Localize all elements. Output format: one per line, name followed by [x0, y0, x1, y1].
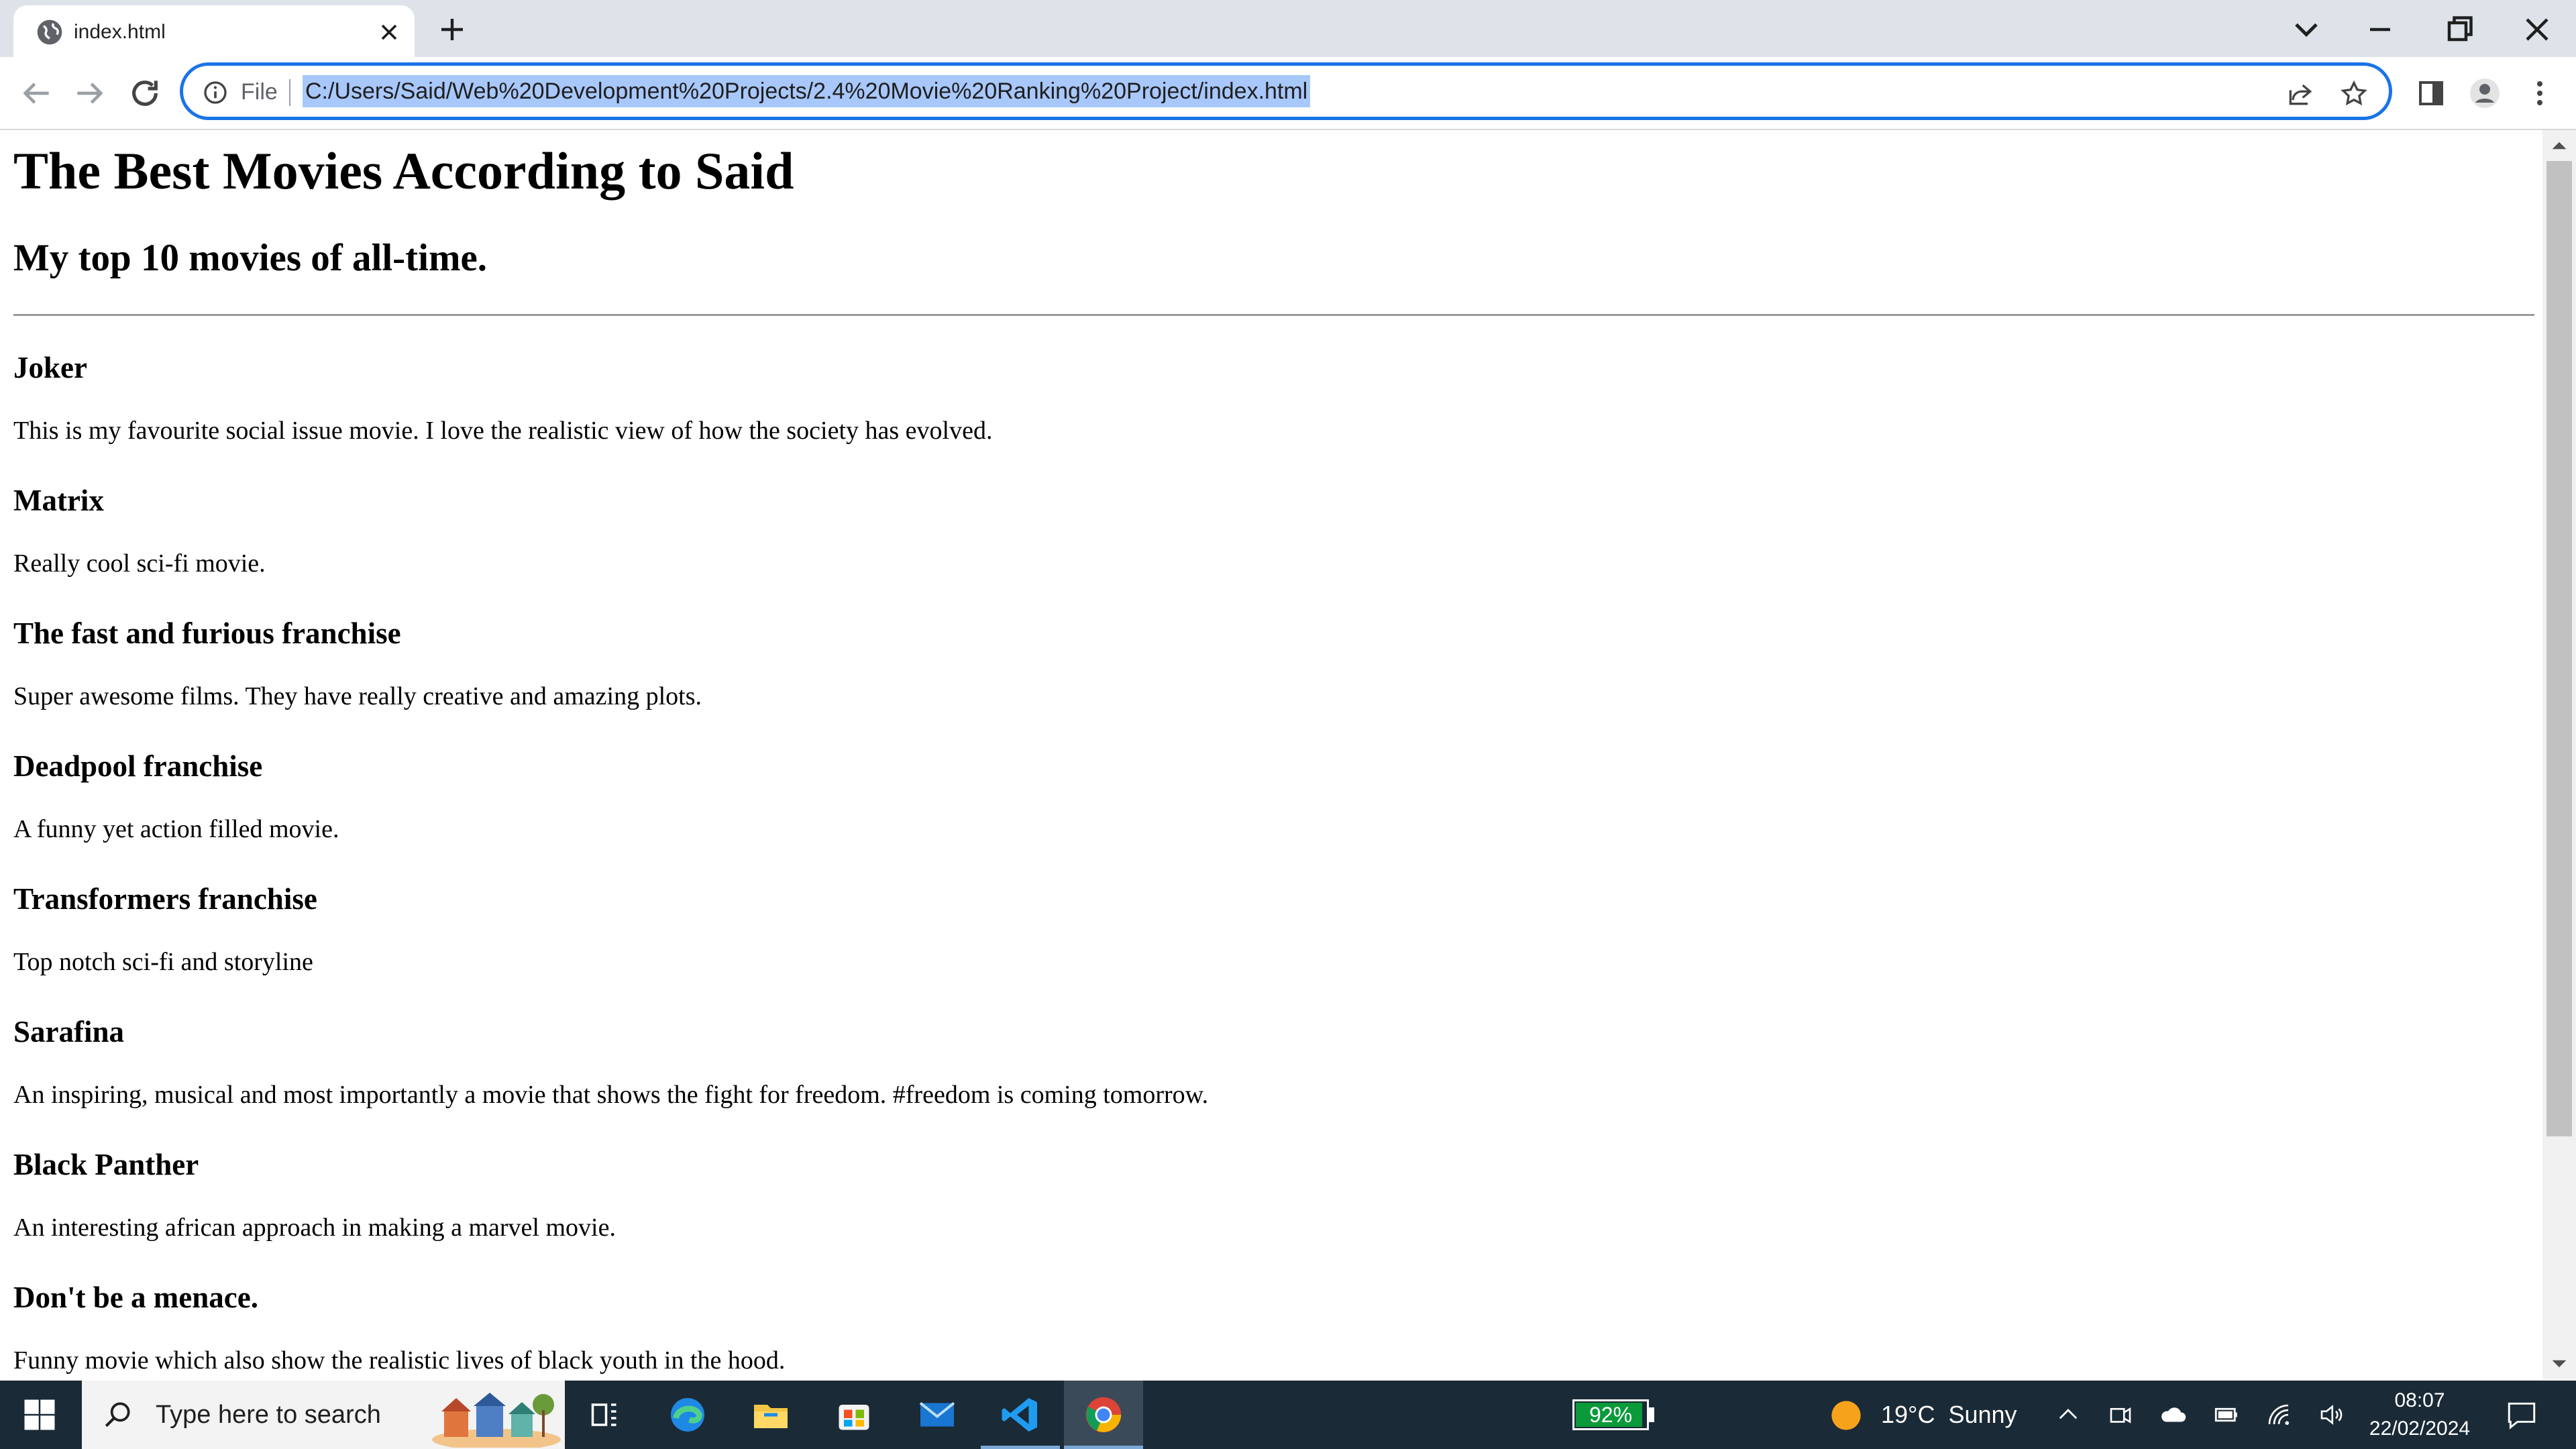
movie-title: Transformers franchise	[13, 882, 317, 916]
globe-icon	[37, 19, 62, 45]
weather-text: 19°C Sunny	[1881, 1401, 2017, 1428]
clock[interactable]: 08:07 22/02/2024	[2363, 1381, 2477, 1449]
movie-title: Matrix	[13, 484, 104, 517]
restore-icon[interactable]	[2439, 9, 2479, 50]
taskbar-chrome[interactable]	[1064, 1381, 1143, 1449]
store-icon	[839, 1405, 869, 1430]
tab-title: index.html	[74, 21, 166, 43]
vscode-icon	[1002, 1398, 1037, 1432]
wifi-icon[interactable]	[2265, 1401, 2293, 1429]
page-subtitle: My top 10 movies of all-time.	[13, 237, 488, 279]
taskbar-mail[interactable]	[898, 1381, 977, 1449]
start-button[interactable]	[0, 1381, 79, 1449]
clock-time: 08:07	[2394, 1389, 2445, 1411]
search-icon	[105, 1402, 130, 1428]
movie-title: Don't be a menace.	[13, 1281, 258, 1314]
taskbar-edge[interactable]	[648, 1381, 727, 1449]
url-text[interactable]: C:/Users/Said/Web%20Development%20Projec…	[303, 75, 1311, 107]
movie-description: Really cool sci-fi movie.	[13, 549, 266, 578]
task-view-button[interactable]	[565, 1381, 644, 1449]
vertical-scrollbar[interactable]	[2542, 130, 2576, 1379]
minimize-icon[interactable]	[2360, 9, 2400, 50]
movie-title: Deadpool franchise	[13, 749, 263, 783]
back-icon[interactable]	[17, 74, 55, 112]
search-placeholder: Type here to search	[156, 1401, 381, 1429]
movie-description: A funny yet action filled movie.	[13, 815, 339, 843]
windows-logo-icon	[24, 1399, 55, 1430]
reload-icon[interactable]	[126, 74, 164, 112]
search-highlight-illustration-icon	[432, 1393, 561, 1448]
meet-now-icon[interactable]	[2106, 1401, 2135, 1429]
share-icon[interactable]	[2286, 79, 2315, 109]
taskbar-file-explorer[interactable]	[731, 1381, 810, 1449]
edge-icon	[671, 1398, 704, 1432]
movie-description: Top notch sci-fi and storyline	[13, 948, 313, 976]
movie-description: An interesting african approach in makin…	[13, 1214, 616, 1242]
mail-icon	[919, 1401, 955, 1427]
movie-description: An inspiring, musical and most important…	[13, 1081, 1209, 1109]
side-panel-icon[interactable]	[2415, 77, 2447, 109]
browser-tab[interactable]: index.html	[13, 5, 415, 57]
scheme-label: File	[241, 79, 278, 105]
movie-description: This is my favourite social issue movie.…	[13, 417, 993, 445]
menu-kebab-icon[interactable]	[2524, 77, 2556, 109]
movie-entry: Matrix Really cool sci-fi movie.	[13, 482, 2534, 582]
battery-percent: 92%	[1589, 1403, 1633, 1427]
close-tab-icon[interactable]	[376, 19, 402, 46]
chevron-up-icon[interactable]	[2054, 1401, 2082, 1429]
movie-entry: Joker This is my favourite social issue …	[13, 350, 2534, 449]
folder-icon	[754, 1405, 788, 1428]
battery-tip	[1649, 1407, 1654, 1422]
movie-entry: Don't be a menace. Funny movie which als…	[13, 1279, 2534, 1379]
weather-widget[interactable]: 19°C Sunny	[1829, 1381, 2030, 1449]
movie-title: Sarafina	[13, 1015, 125, 1049]
movie-entry: Deadpool franchise A funny yet action fi…	[13, 748, 2534, 847]
task-view-icon	[591, 1403, 616, 1426]
profile-icon[interactable]	[2469, 77, 2501, 109]
address-bar[interactable]: File C:/Users/Said/Web%20Development%20P…	[180, 62, 2392, 120]
scrollbar-thumb[interactable]	[2546, 161, 2572, 1136]
movie-entry: Transformers franchise Top notch sci-fi …	[13, 881, 2534, 980]
close-window-icon[interactable]	[2517, 9, 2557, 50]
chrome-icon	[1085, 1397, 1122, 1433]
page-viewport: The Best Movies According to Said My top…	[0, 130, 2541, 1379]
battery-outline: 92%	[1572, 1399, 1649, 1430]
browser-toolbar: File C:/Users/Said/Web%20Development%20P…	[0, 57, 2576, 130]
forward-icon[interactable]	[71, 74, 109, 112]
movie-title: Joker	[13, 351, 87, 384]
taskbar-search-box[interactable]: Type here to search	[82, 1381, 565, 1449]
movie-entry: Black Panther An interesting african app…	[13, 1146, 2534, 1246]
movie-entry: Sarafina An inspiring, musical and most …	[13, 1014, 2534, 1113]
battery-indicator[interactable]: 92%	[1572, 1381, 1658, 1449]
scroll-down-icon[interactable]	[2551, 1355, 2568, 1373]
onedrive-cloud-icon[interactable]	[2159, 1401, 2187, 1429]
movie-entry: The fast and furious franchise Super awe…	[13, 615, 2534, 714]
taskbar-vscode[interactable]	[981, 1381, 1060, 1449]
movie-description: Super awesome films. They have really cr…	[13, 682, 702, 710]
windows-taskbar: Type here to search 92% 19°C Sunny 08:07…	[0, 1381, 2576, 1449]
battery-tray-icon[interactable]	[2212, 1401, 2241, 1429]
tab-strip: index.html	[0, 0, 2576, 57]
tab-search-icon[interactable]	[2286, 9, 2326, 50]
movie-title: Black Panther	[13, 1148, 199, 1181]
bookmark-star-icon[interactable]	[2339, 79, 2369, 109]
page-title: The Best Movies According to Said	[13, 142, 794, 200]
divider	[13, 314, 2534, 316]
notification-icon[interactable]	[2505, 1398, 2538, 1432]
info-icon[interactable]	[202, 79, 229, 106]
taskbar-store[interactable]	[814, 1381, 894, 1449]
clock-date: 22/02/2024	[2369, 1417, 2471, 1440]
movie-description: Funny movie which also show the realisti…	[13, 1346, 786, 1375]
sun-icon	[1831, 1401, 1861, 1430]
movie-title: The fast and furious franchise	[13, 616, 401, 650]
new-tab-icon[interactable]	[436, 13, 468, 46]
scroll-up-icon[interactable]	[2551, 137, 2568, 154]
volume-icon[interactable]	[2317, 1401, 2345, 1429]
address-separator	[289, 79, 290, 106]
